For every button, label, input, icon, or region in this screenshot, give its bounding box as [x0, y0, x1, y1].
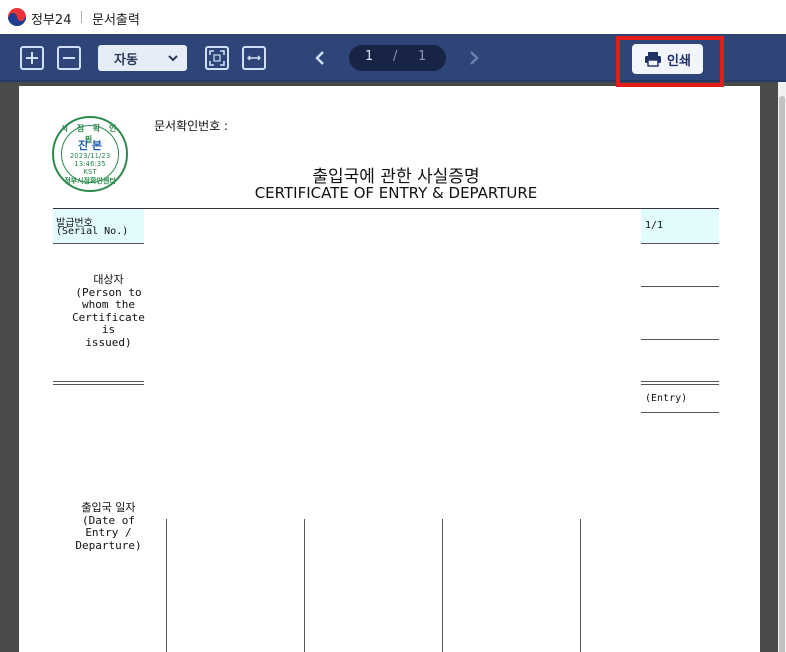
- person-row-rule-2: [641, 339, 719, 340]
- date-column-line-1: [166, 519, 167, 652]
- page-count: 1/1: [645, 220, 664, 231]
- date-column-line-3: [442, 519, 443, 652]
- window-title: 문서출력: [92, 13, 140, 28]
- fit-width-icon: [247, 55, 261, 61]
- app-name: 정부24: [31, 13, 72, 28]
- serial-row-rule-right: [641, 243, 719, 244]
- previous-page-button[interactable]: [310, 46, 330, 70]
- zoom-in-button[interactable]: [20, 46, 44, 70]
- person-row-rule-1: [641, 286, 719, 287]
- vertical-scrollbar[interactable]: [778, 82, 786, 652]
- date-column-line-2: [304, 519, 305, 652]
- entry-row-rule: [641, 412, 719, 413]
- stamp-date: 2023/11/23: [69, 152, 111, 160]
- next-page-button[interactable]: [464, 46, 484, 70]
- chevron-down-icon: [168, 55, 178, 62]
- page-indicator: 1 / 1: [349, 45, 446, 71]
- page-number-input[interactable]: 1: [365, 49, 373, 64]
- page-total: 1: [418, 49, 427, 64]
- double-rule-right-1: [641, 381, 719, 382]
- serial-row-rule-left: [53, 243, 144, 244]
- person-label: 대상자 (Person to whom the Certificate is i…: [72, 273, 145, 349]
- fit-width-button[interactable]: [242, 46, 266, 70]
- fit-page-icon: [209, 50, 225, 66]
- minus-icon: [63, 57, 75, 59]
- chevron-left-icon: [315, 51, 324, 65]
- page-separator: /: [393, 49, 398, 64]
- document-title-en: CERTIFICATE OF ENTRY & DEPARTURE: [254, 184, 538, 202]
- government-logo-icon: [8, 8, 26, 26]
- fit-page-button[interactable]: [205, 46, 229, 70]
- date-label: 출입국 일자 (Date of Entry / Departure): [75, 501, 142, 552]
- entry-label: (Entry): [645, 393, 688, 404]
- zoom-value: 자동: [114, 53, 138, 68]
- zoom-out-button[interactable]: [57, 46, 81, 70]
- scrollbar-thumb[interactable]: [779, 96, 785, 652]
- stamp-center-text: 진 본: [77, 139, 103, 152]
- date-column-line-4: [580, 519, 581, 652]
- verification-label: 문서확인번호 :: [154, 119, 229, 133]
- zoom-select[interactable]: 자동: [98, 45, 187, 71]
- chevron-right-icon: [470, 51, 479, 65]
- double-rule-left-2: [53, 384, 144, 385]
- print-button-highlight: [616, 36, 724, 87]
- plus-icon: [26, 52, 38, 64]
- serial-label-en: (Serial No.): [56, 226, 129, 237]
- double-rule-left-1: [53, 381, 144, 382]
- double-rule-right-2: [641, 384, 719, 385]
- title-bar: 정부24 문서출력: [0, 0, 786, 34]
- title-separator: [81, 11, 82, 23]
- table-top-border: [53, 208, 719, 209]
